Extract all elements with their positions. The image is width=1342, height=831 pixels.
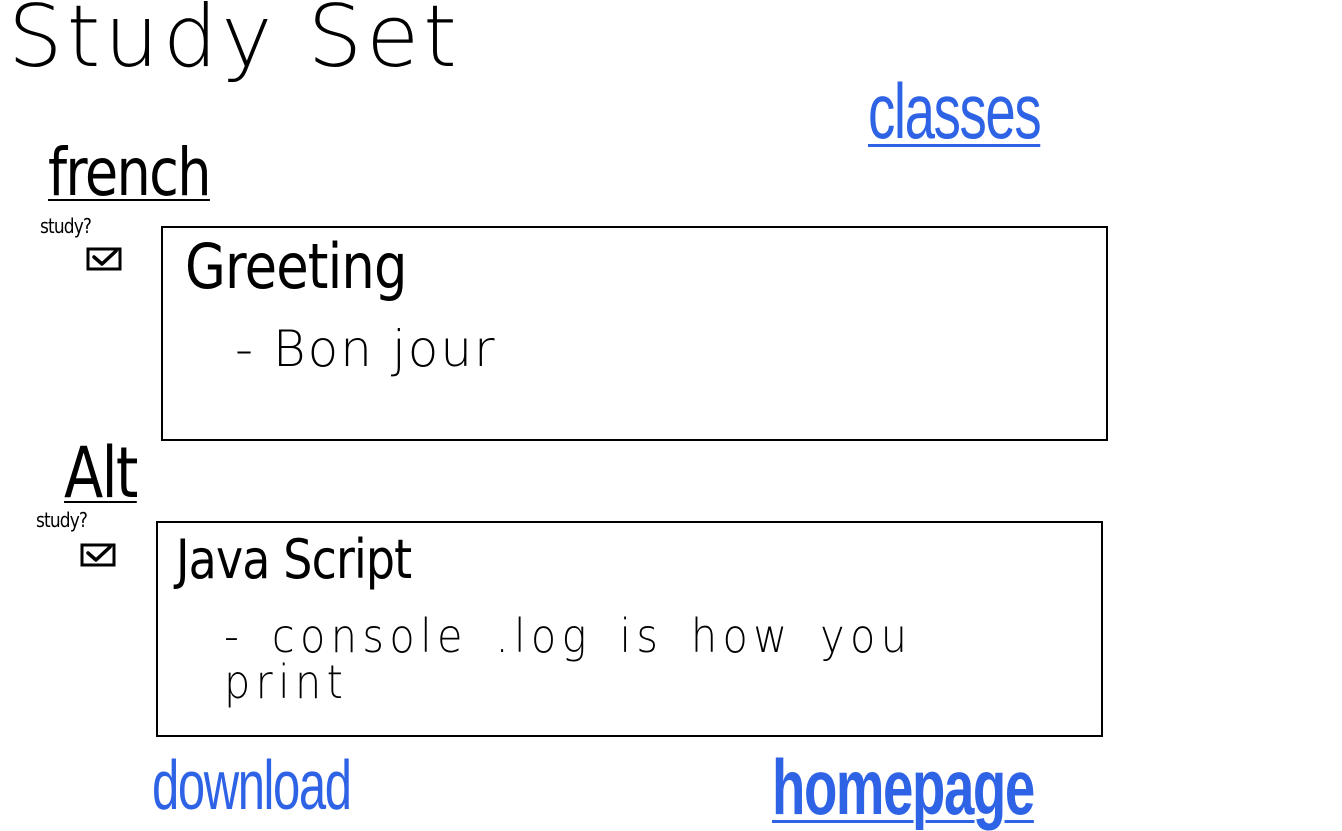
classes-link[interactable]: classes — [868, 72, 1042, 150]
download-link[interactable]: download — [152, 750, 352, 820]
checkmark-icon — [92, 249, 118, 266]
study-checkbox-alt[interactable] — [80, 542, 118, 568]
checkmark-icon — [86, 545, 112, 562]
study-label: study? — [40, 214, 92, 238]
study-checkbox-french[interactable] — [86, 246, 124, 272]
class-heading-french: french — [48, 140, 212, 206]
card-detail: - console .log is how you print — [224, 609, 913, 709]
class-heading-text: french — [48, 134, 212, 211]
homepage-link[interactable]: homepage — [772, 748, 1035, 826]
class-heading-text: Alt — [64, 432, 138, 514]
study-card-french[interactable]: Greeting - Bon jour — [161, 226, 1108, 441]
class-heading-alt: Alt — [64, 438, 138, 508]
study-card-alt[interactable]: Java Script - console .log is how you pr… — [156, 521, 1103, 737]
card-title: Java Script — [176, 528, 412, 591]
card-title: Greeting — [185, 230, 407, 303]
card-detail: - Bon jour — [235, 320, 497, 378]
page-title: Study Set — [8, 0, 461, 87]
study-label: study? — [36, 508, 88, 532]
